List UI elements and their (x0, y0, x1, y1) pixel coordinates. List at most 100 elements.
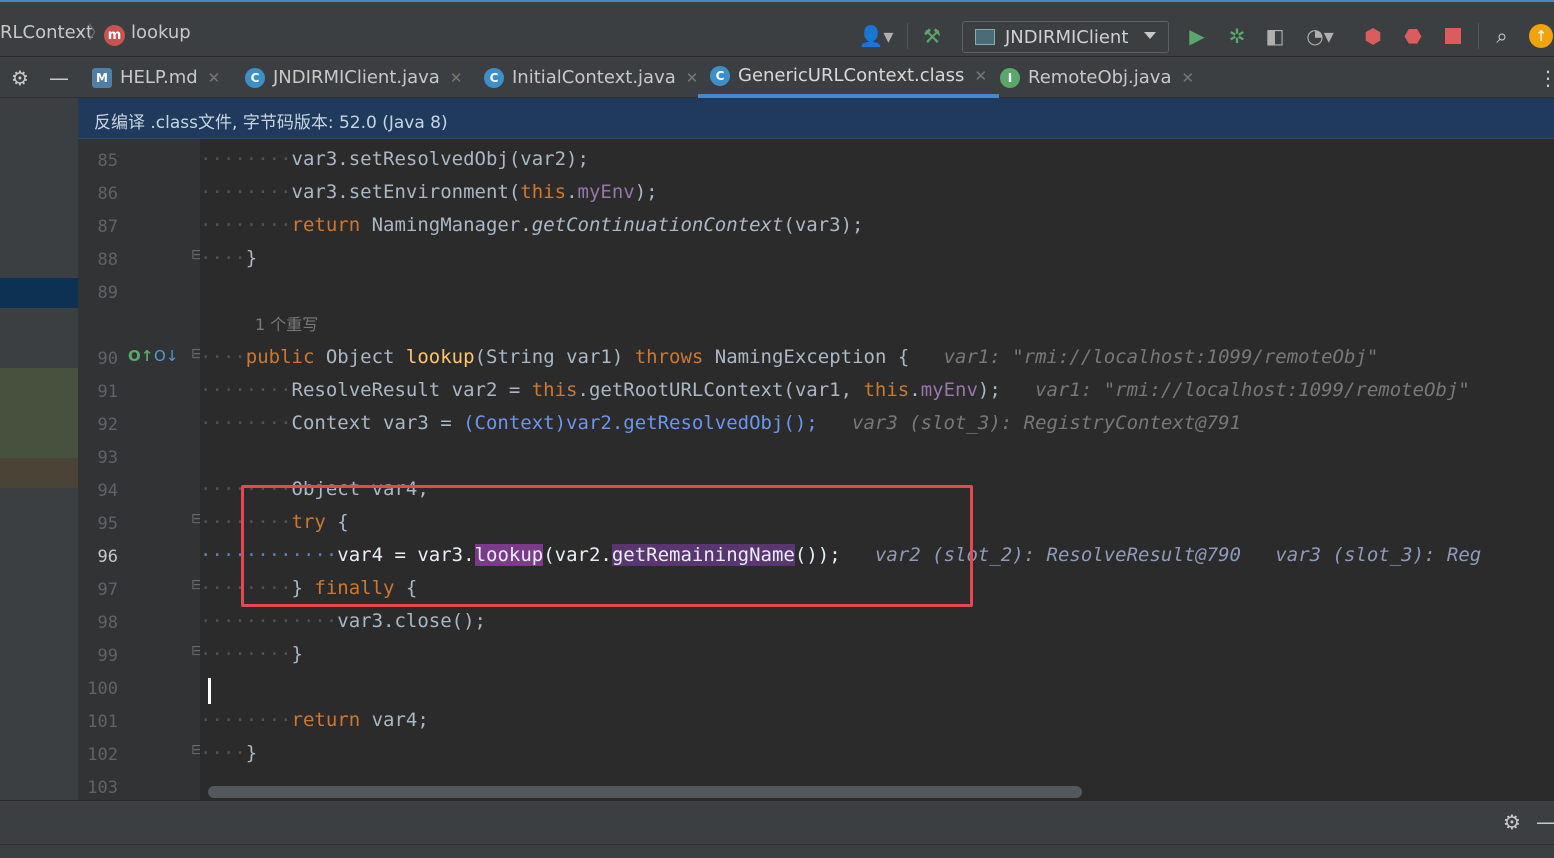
line-number: 94 (97, 481, 118, 501)
line-number: 85 (97, 151, 118, 171)
code-editor[interactable]: ········var3.setResolvedObj(var2); ·····… (200, 139, 1554, 800)
chevron-down-icon (1144, 32, 1156, 39)
line-number: 88 (97, 250, 118, 270)
method-icon: m (104, 25, 125, 46)
collapse-icon[interactable]: — (1536, 809, 1554, 835)
line-number: 95 (97, 514, 118, 534)
build-hammer-icon[interactable]: ⚒ (918, 23, 946, 49)
debug-stop-icon[interactable]: ⬣ (1400, 23, 1426, 49)
code-line-86: ········var3.setEnvironment(this.myEnv); (200, 181, 658, 203)
inline-value-hint: var1: "rmi://localhost:1099/remoteObj" (1035, 379, 1470, 401)
decompiled-banner: 反编译 .class文件, 字节码版本: 52.0 (Java 8) (78, 98, 1554, 139)
code-line-87: ········return NamingManager.getContinua… (200, 214, 864, 236)
tab-jndirmiclient[interactable]: C JNDIRMIClient.java ✕ (245, 57, 462, 98)
inline-value-hint: var3 (slot_3): Reg (1275, 544, 1482, 566)
tab-label: GenericURLContext.class (738, 65, 965, 86)
line-number-gutter[interactable]: 85 86 87 88 89 90 91 92 93 94 95 96 97 9… (78, 139, 203, 800)
overrides-icon[interactable]: O↑ (128, 347, 153, 365)
code-line-94: ········Object var4; (200, 478, 429, 500)
code-line-95: ········try { (200, 511, 349, 533)
changed-marker (0, 368, 78, 458)
code-line-102: ····} (200, 742, 258, 764)
search-icon[interactable]: ⌕ (1488, 23, 1516, 49)
text-caret (208, 678, 211, 704)
horizontal-scrollbar[interactable] (208, 786, 1082, 798)
overrides-hint[interactable]: 1 个重写 (255, 308, 318, 341)
line-number: 103 (87, 778, 118, 798)
update-icon[interactable]: ↑ (1528, 23, 1554, 49)
close-icon[interactable]: ✕ (974, 67, 987, 85)
line-number: 99 (97, 646, 118, 666)
stop-icon[interactable] (1440, 23, 1466, 49)
more-tabs-icon[interactable]: ⋮ (1538, 65, 1554, 91)
tab-genericurlcontext[interactable]: C GenericURLContext.class ✕ (698, 57, 1000, 98)
decompiled-banner-text: 反编译 .class文件, 字节码版本: 52.0 (Java 8) (94, 113, 448, 133)
code-line-98: ············var3.close(); (200, 610, 486, 632)
class-icon: C (710, 65, 730, 86)
run-icon[interactable]: ▶ (1184, 23, 1210, 49)
line-number: 87 (97, 217, 118, 237)
line-number-current: 96 (97, 547, 118, 567)
changed-marker (0, 458, 78, 488)
run-configuration-label: JNDIRMIClient (1005, 26, 1129, 48)
debug-icon[interactable]: ✲ (1223, 23, 1251, 49)
tab-label: JNDIRMIClient.java (273, 67, 440, 88)
line-number: 89 (97, 283, 118, 303)
editor-tabs: ⚙ — M HELP.md ✕ C JNDIRMIClient.java ✕ C… (0, 57, 1554, 98)
line-number: 101 (87, 712, 118, 732)
toolbar-separator (1478, 23, 1479, 49)
line-number: 100 (87, 679, 118, 699)
application-icon (975, 29, 995, 45)
status-bar (0, 844, 1554, 858)
code-line-85: ········var3.setResolvedObj(var2); (200, 148, 589, 170)
close-icon[interactable]: ✕ (450, 69, 463, 87)
code-line-91: ········ResolveResult var2 = this.getRoo… (200, 379, 1470, 401)
code-line-92: ········Context var3 = (Context)var2.get… (200, 412, 1241, 434)
toolbar-separator (907, 23, 908, 49)
line-number: 90 (97, 349, 118, 369)
tool-window-strip (0, 98, 78, 800)
line-number: 97 (97, 580, 118, 600)
code-line-96: ············var4 = var3.lookup(var2.getR… (200, 544, 1482, 566)
tab-help-md[interactable]: M HELP.md ✕ (92, 57, 220, 98)
breadcrumb-separator: 〉 (88, 23, 106, 44)
code-line-97: ········} finally { (200, 577, 418, 599)
run-configuration-select[interactable]: JNDIRMIClient (962, 21, 1169, 53)
breadcrumb-class[interactable]: RLContext (0, 22, 93, 43)
inline-value-hint: var3 (slot_3): RegistryContext@791 (852, 412, 1241, 434)
close-icon[interactable]: ✕ (1181, 69, 1194, 87)
code-line-99: ········} (200, 643, 303, 665)
interface-icon: I (1000, 67, 1020, 88)
inline-value-hint: var1: "rmi://localhost:1099/remoteObj" (943, 346, 1379, 368)
line-number: 102 (87, 745, 118, 765)
code-line-101: ········return var4; (200, 709, 429, 731)
tab-label: InitialContext.java (512, 67, 676, 88)
line-number: 92 (97, 415, 118, 435)
class-icon: C (245, 67, 265, 88)
inline-value-hint: var2 (slot_2): ResolveResult@790 (874, 544, 1241, 566)
breadcrumb-method[interactable]: lookup (131, 22, 191, 43)
tab-label: RemoteObj.java (1028, 67, 1172, 88)
close-icon[interactable]: ✕ (208, 69, 221, 87)
navigation-toolbar: RLContext 〉 m lookup 👤▾ ⚒ JNDIRMIClient … (0, 0, 1554, 57)
implementations-icon[interactable]: O↓ (154, 347, 178, 365)
profile-icon[interactable]: ◔▾ (1300, 23, 1340, 49)
markdown-icon: M (92, 67, 112, 88)
line-number: 93 (97, 448, 118, 468)
user-icon[interactable]: 👤▾ (856, 23, 896, 49)
line-number: 98 (97, 613, 118, 633)
tab-remoteobj[interactable]: I RemoteObj.java ✕ (1000, 57, 1194, 98)
tab-label: HELP.md (120, 67, 198, 88)
code-line-88: ····} (200, 247, 258, 269)
selected-row-marker (0, 278, 78, 308)
tab-initialcontext[interactable]: C InitialContext.java ✕ (484, 57, 698, 98)
line-number: 91 (97, 382, 118, 402)
gear-icon[interactable]: ⚙ (1498, 809, 1526, 835)
collapse-icon[interactable]: — (46, 65, 72, 91)
attach-debugger-icon[interactable]: ⬢ (1360, 23, 1386, 49)
gear-icon[interactable]: ⚙ (6, 65, 34, 91)
debug-tool-window-header: ⚙ — (0, 800, 1554, 844)
line-number: 86 (97, 184, 118, 204)
close-icon[interactable]: ✕ (686, 69, 699, 87)
coverage-icon[interactable]: ◧ (1262, 23, 1288, 49)
